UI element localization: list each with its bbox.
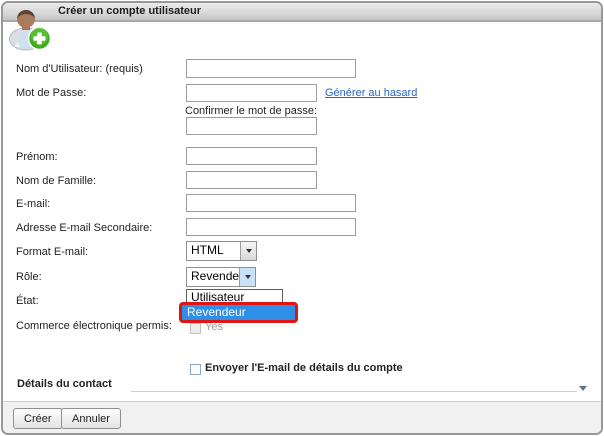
first-name-input[interactable] [186,147,317,165]
ecommerce-checkbox[interactable] [190,323,201,334]
send-details-label: Envoyer l'E-mail de détails du compte [205,362,403,374]
email-format-value: HTML [187,242,240,260]
email-input[interactable] [186,194,356,212]
generate-random-link[interactable]: Générer au hasard [325,87,417,99]
first-name-label: Prénom: [16,151,58,163]
secondary-email-input[interactable] [186,218,356,236]
username-label: Nom d'Utilisateur: (requis) [16,63,143,75]
password-input[interactable] [186,84,317,102]
role-label: Rôle: [16,271,42,283]
secondary-email-label: Adresse E-mail Secondaire: [16,222,152,234]
send-details-checkbox[interactable] [190,364,201,375]
state-label: État: [16,295,39,307]
cancel-button[interactable]: Annuler [61,408,121,429]
username-input[interactable] [186,59,356,78]
email-format-label: Format E-mail: [16,246,88,258]
create-button[interactable]: Créer [13,408,63,429]
annotation-highlight: Revendeur [179,302,298,323]
user-add-icon [6,5,52,51]
role-select[interactable]: Revendeur [186,267,256,287]
screenshot: Créer un compte utilisateur Nom d'Utilis… [0,0,604,436]
dialog-titlebar: Créer un compte utilisateur [3,3,601,22]
password-label: Mot de Passe: [16,87,86,99]
last-name-input[interactable] [186,171,317,189]
contact-details-heading: Détails du contact [17,378,112,390]
role-value: Revendeur [187,268,239,286]
email-label: E-mail: [16,198,50,210]
role-option-revendeur[interactable]: Revendeur [182,305,295,320]
dropdown-arrow-icon[interactable] [239,268,255,286]
confirm-password-label: Confirmer le mot de passe: [185,105,317,117]
email-format-select[interactable]: HTML [186,241,257,261]
last-name-label: Nom de Famille: [16,175,96,187]
dropdown-arrow-icon[interactable] [240,242,256,260]
ecommerce-label: Commerce électronique permis: [16,320,172,332]
section-divider [131,391,577,392]
create-user-dialog: Créer un compte utilisateur Nom d'Utilis… [1,1,603,435]
confirm-password-input[interactable] [186,117,317,135]
collapse-arrow-icon[interactable] [579,386,587,391]
dialog-footer: Créer Annuler [3,401,601,433]
dialog-title: Créer un compte utilisateur [58,5,201,17]
